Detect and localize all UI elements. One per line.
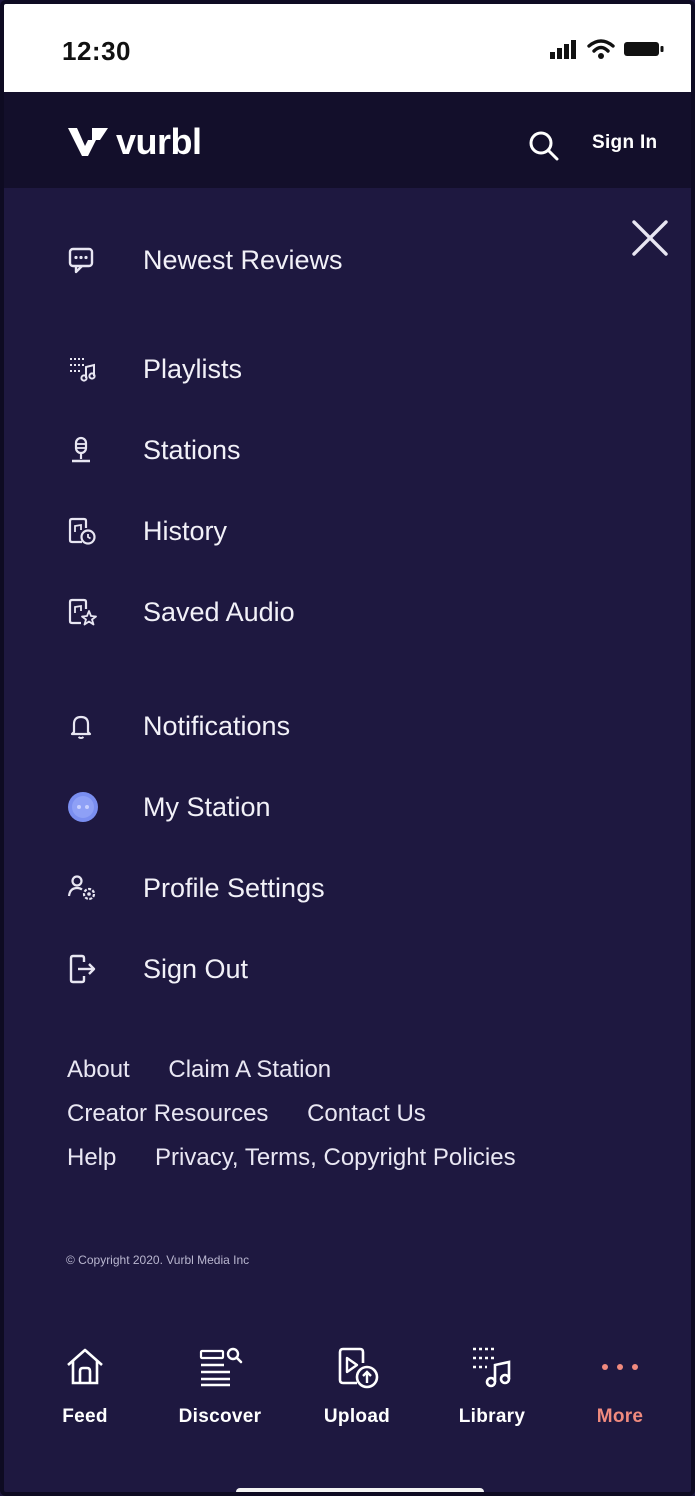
status-icons [549,38,665,60]
tab-label: Upload [323,1406,391,1427]
tab-library[interactable]: Library [437,1340,547,1440]
microphone-icon [72,436,90,463]
tab-label: Discover [178,1406,262,1427]
wifi-icon [587,39,615,59]
app-header: vurbl Sign In [4,92,691,188]
contact-us-link[interactable]: Contact Us [307,1100,426,1128]
close-icon[interactable] [630,218,670,258]
profile-settings-icon [67,875,96,901]
chat-bubble-icon [68,247,94,274]
home-indicator [236,1488,484,1492]
library-music-icon [473,1347,511,1388]
history-clock-icon [68,517,96,545]
bell-icon [70,715,92,739]
menu-item-stations[interactable]: Stations [66,425,241,475]
menu-item-label: Sign Out [143,953,249,984]
creator-resources-link[interactable]: Creator Resources [67,1100,268,1128]
about-link[interactable]: About [67,1056,130,1084]
menu-item-profile-settings[interactable]: Profile Settings [66,863,325,913]
app-frame: 12:30 vurbl Sign In Newest Reviews Playl… [0,0,695,1496]
tab-label: More [596,1406,644,1427]
menu-item-playlists[interactable]: Playlists [66,344,242,394]
sign-out-icon [69,954,96,984]
menu-item-newest-reviews[interactable]: Newest Reviews [66,235,343,285]
upload-icon [338,1347,379,1389]
vurbl-v-logo-icon [68,128,108,156]
search-icon[interactable] [526,128,560,162]
signal-icon [550,40,576,59]
tab-discover[interactable]: Discover [165,1340,275,1440]
home-icon [67,1348,103,1385]
playlist-music-icon [70,358,96,382]
tab-upload[interactable]: Upload [302,1340,412,1440]
station-avatar-icon [68,792,98,822]
logo[interactable]: vurbl [66,124,202,160]
menu-item-history[interactable]: History [66,506,227,556]
menu-item-notifications[interactable]: Notifications [66,701,290,751]
bottom-tab-bar: Feed Discover Upload Library More [4,1340,691,1450]
more-dots-icon [602,1364,638,1370]
saved-star-icon [68,598,97,626]
menu-item-sign-out[interactable]: Sign Out [66,944,248,994]
logo-text: vurbl [116,121,202,162]
menu-item-label: My Station [143,791,271,822]
menu-item-label: Stations [143,434,241,465]
claim-station-link[interactable]: Claim A Station [168,1056,331,1084]
battery-icon [624,42,664,56]
copyright-text: © Copyright 2020. Vurbl Media Inc [66,1253,250,1267]
menu-item-label: Profile Settings [143,872,325,903]
discover-search-list-icon [199,1347,243,1387]
menu-item-label: Playlists [143,353,243,384]
tab-label: Library [458,1406,526,1427]
menu-item-label: Saved Audio [143,596,295,627]
tab-label: Feed [62,1406,108,1427]
status-bar: 12:30 [4,4,691,92]
status-time: 12:30 [62,36,131,66]
help-link[interactable]: Help [67,1144,116,1172]
tab-feed[interactable]: Feed [30,1340,140,1440]
menu-item-label: History [143,515,228,546]
policies-link[interactable]: Privacy, Terms, Copyright Policies [155,1144,516,1172]
menu-item-saved-audio[interactable]: Saved Audio [66,587,295,637]
tab-more[interactable]: More [565,1340,675,1440]
sign-in-button[interactable]: Sign In [592,132,657,154]
menu-item-label: Newest Reviews [143,244,343,275]
menu-item-label: Notifications [143,710,291,741]
menu-item-my-station[interactable]: My Station [66,782,271,832]
